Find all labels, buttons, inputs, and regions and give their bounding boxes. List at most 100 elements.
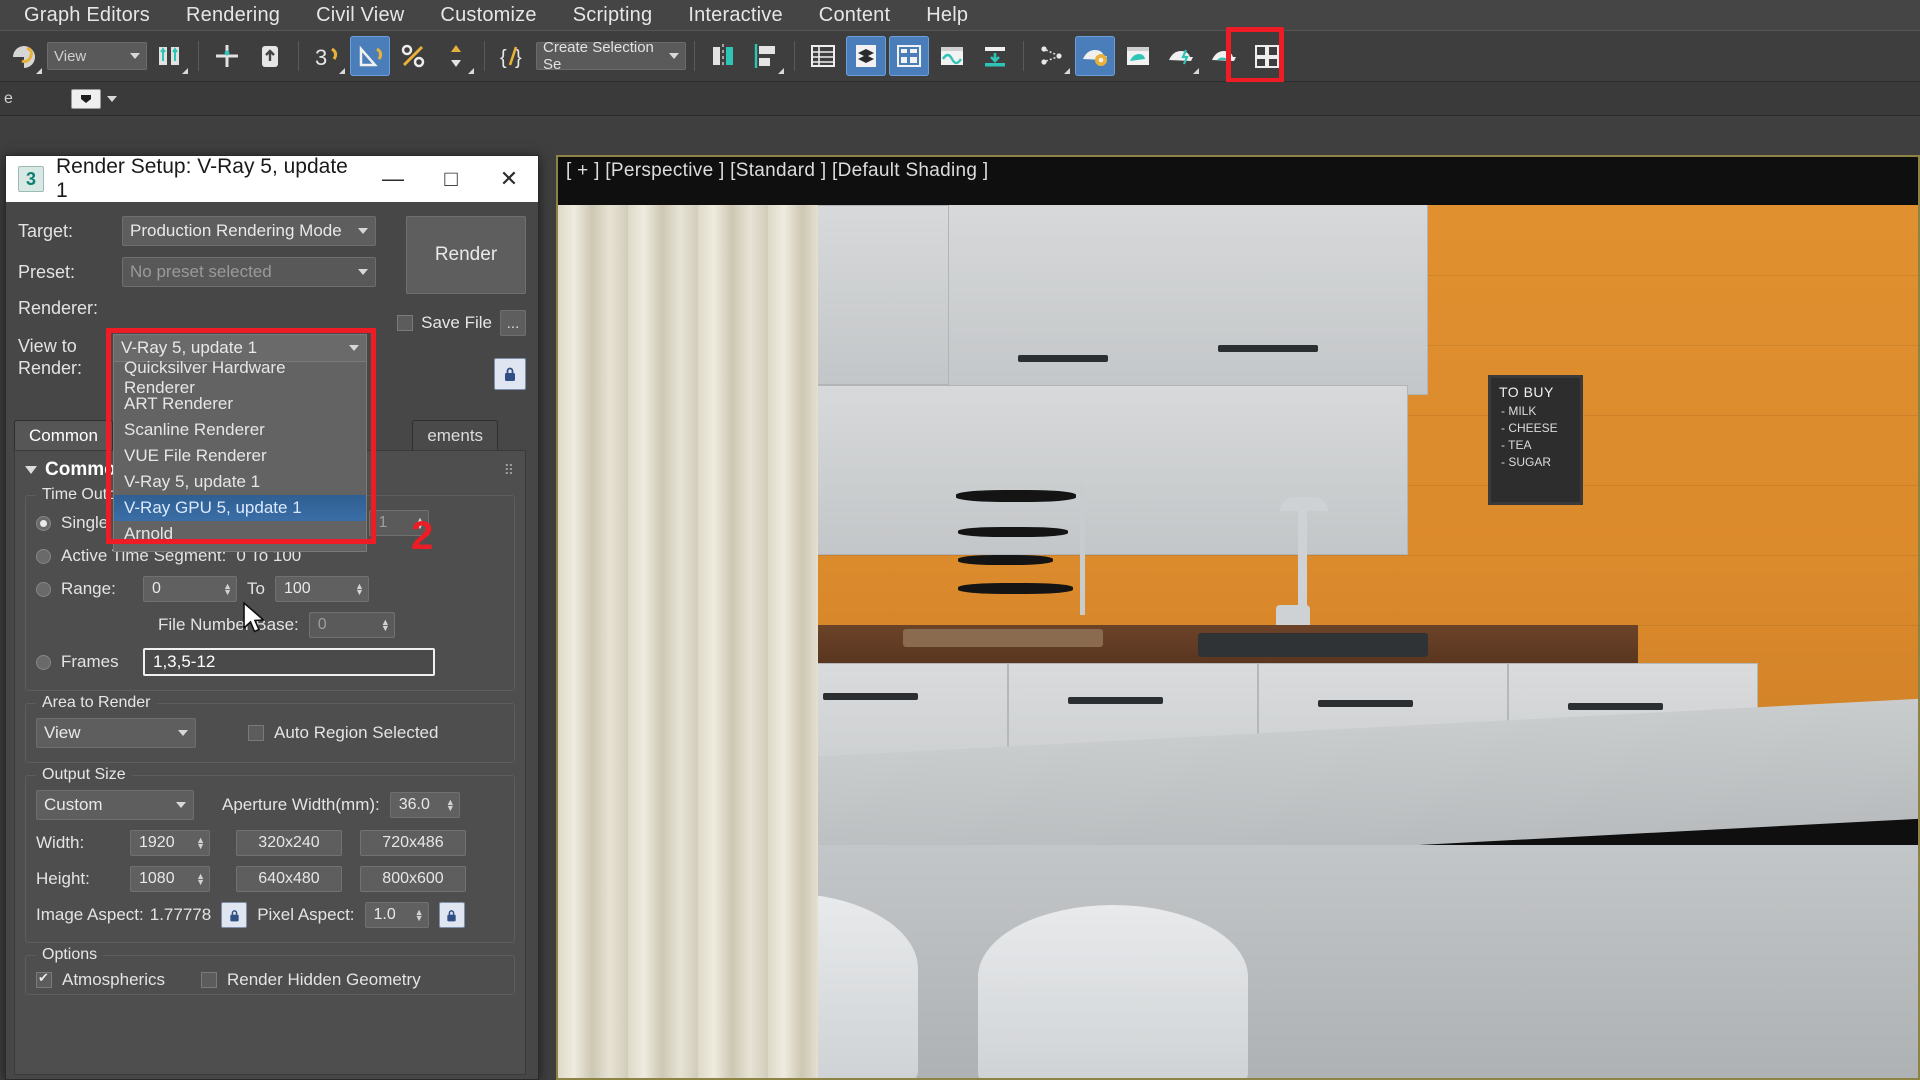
- curve-editor-icon[interactable]: [932, 36, 972, 76]
- target-combo[interactable]: Production Rendering Mode: [122, 216, 376, 246]
- create-selection-set-combo[interactable]: Create Selection Se: [536, 39, 686, 73]
- spinner-arrows-icon[interactable]: ▲ ▼: [381, 618, 390, 633]
- renderer-option-quicksilver[interactable]: Quicksilver Hardware Renderer: [114, 358, 366, 397]
- renderer-dropdown[interactable]: V-Ray 5, update 1 Quicksilver Hardware R…: [113, 334, 367, 552]
- select-object-icon[interactable]: [207, 36, 247, 76]
- named-selection-sets-icon[interactable]: { }: [493, 36, 533, 76]
- image-aspect-lock-icon[interactable]: [221, 902, 248, 928]
- menu-item-help[interactable]: Help: [908, 0, 986, 30]
- active-time-segment-radio[interactable]: [36, 548, 51, 564]
- select-and-rotate-icon[interactable]: 3: [307, 36, 347, 76]
- height-spinner[interactable]: 1080 ▲ ▼: [130, 866, 210, 892]
- menu-item-customize[interactable]: Customize: [422, 0, 554, 30]
- renderer-option-vray-5[interactable]: V-Ray 5, update 1: [114, 469, 366, 495]
- preset-720x486-button[interactable]: 720x486: [360, 830, 466, 856]
- renderer-value: V-Ray 5, update 1: [121, 338, 258, 357]
- spinner-arrows-icon[interactable]: ▲ ▼: [196, 836, 205, 851]
- preset-320x240-button[interactable]: 320x240: [236, 830, 342, 856]
- main-toolbar: View 3 {} Create Selection Se: [0, 30, 1920, 82]
- area-to-render-combo[interactable]: View: [36, 718, 196, 748]
- range-from-value: 0: [152, 580, 161, 597]
- transform-gizmo-icon[interactable]: [436, 36, 476, 76]
- renderer-option-vue-file[interactable]: VUE File Renderer: [114, 443, 366, 469]
- flyout-corner-icon: [1193, 68, 1199, 74]
- reference-coordinate-combo[interactable]: View: [47, 42, 147, 70]
- render-iterative-icon[interactable]: [1204, 36, 1244, 76]
- spinner-arrows-icon[interactable]: ▲ ▼: [446, 798, 455, 813]
- menu-item-graph-editors[interactable]: Graph Editors: [6, 0, 168, 30]
- lock-view-button[interactable]: [494, 358, 526, 390]
- renderer-option-vray-gpu-5[interactable]: V-Ray GPU 5, update 1: [114, 495, 366, 521]
- dropdown-swatch-icon[interactable]: [70, 88, 101, 109]
- spinner-arrows-icon[interactable]: ▲ ▼: [223, 582, 232, 597]
- render-setup-icon[interactable]: [1075, 36, 1115, 76]
- maximize-icon[interactable]: □: [422, 156, 480, 202]
- layer-manager-icon[interactable]: [889, 36, 929, 76]
- material-editor-icon[interactable]: [1032, 36, 1072, 76]
- layer-explorer-icon[interactable]: [803, 36, 843, 76]
- menu-item-civil-view[interactable]: Civil View: [298, 0, 422, 30]
- pixel-aspect-lock-icon[interactable]: [438, 902, 465, 928]
- range-to-spinner[interactable]: 100 ▲ ▼: [274, 576, 369, 602]
- frames-radio[interactable]: [36, 654, 51, 670]
- spinner-arrows-icon[interactable]: ▲ ▼: [355, 582, 364, 597]
- render-button[interactable]: Render: [406, 216, 526, 294]
- svg-text:3: 3: [315, 45, 327, 70]
- minimize-icon[interactable]: —: [364, 156, 422, 202]
- range-label: Range:: [61, 579, 116, 598]
- mirror-icon[interactable]: [703, 36, 743, 76]
- undo-icon[interactable]: [4, 36, 44, 76]
- render-production-icon[interactable]: [1161, 36, 1201, 76]
- close-icon[interactable]: ✕: [480, 156, 538, 202]
- align-icon[interactable]: [746, 36, 786, 76]
- tab-common[interactable]: Common: [14, 420, 113, 450]
- area-to-render-title: Area to Render: [36, 694, 157, 712]
- single-radio[interactable]: [36, 515, 51, 531]
- output-size-preset-combo[interactable]: Custom: [36, 790, 194, 820]
- preset-combo[interactable]: No preset selected: [122, 257, 376, 287]
- note-board-item: - SUGAR: [1501, 455, 1552, 469]
- menu-item-interactive[interactable]: Interactive: [670, 0, 800, 30]
- pixel-aspect-spinner[interactable]: 1.0 ▲ ▼: [364, 902, 429, 928]
- tab-render-elements[interactable]: ements: [412, 420, 499, 450]
- select-and-scale-icon[interactable]: [350, 36, 390, 76]
- spinner-arrows-icon[interactable]: ▲ ▼: [415, 908, 424, 923]
- renderer-option-scanline[interactable]: Scanline Renderer: [114, 417, 366, 443]
- width-spinner[interactable]: 1920 ▲ ▼: [130, 830, 210, 856]
- menu-item-content[interactable]: Content: [801, 0, 908, 30]
- menu-item-rendering[interactable]: Rendering: [168, 0, 298, 30]
- select-and-place-icon[interactable]: [393, 36, 433, 76]
- atmospherics-checkbox[interactable]: [36, 970, 52, 988]
- range-from-spinner[interactable]: 0 ▲ ▼: [143, 576, 237, 602]
- preset-640x480-button[interactable]: 640x480: [236, 866, 342, 892]
- range-to-value: 100: [283, 580, 311, 597]
- dialog-title-bar[interactable]: 3 Render Setup: V-Ray 5, update 1 — □ ✕: [6, 155, 538, 202]
- perspective-viewport[interactable]: TO BUY - MILK - CHEESE - TEA - SUGAR: [556, 155, 1920, 1080]
- render-hidden-geometry-checkbox[interactable]: [200, 972, 217, 988]
- frames-input[interactable]: 1,3,5-12: [143, 648, 435, 676]
- dialog-title: Render Setup: V-Ray 5, update 1: [56, 155, 348, 202]
- menu-item-scripting[interactable]: Scripting: [555, 0, 671, 30]
- viewport-label[interactable]: [ + ] [Perspective ] [Standard ] [Defaul…: [566, 160, 988, 182]
- range-radio[interactable]: [36, 581, 51, 597]
- schematic-view-icon[interactable]: [975, 36, 1015, 76]
- options-title: Options: [36, 946, 104, 964]
- renderer-option-arnold[interactable]: Arnold: [114, 521, 366, 547]
- spinner-arrows-icon[interactable]: ▲ ▼: [196, 872, 205, 887]
- file-number-base-spinner[interactable]: 0 ▲ ▼: [308, 612, 395, 638]
- file-number-base-row: File Number Base: 0 ▲ ▼: [36, 612, 504, 638]
- cabinet-handle: [1568, 703, 1663, 710]
- rendered-frame-window-icon[interactable]: [1118, 36, 1158, 76]
- preset-800x600-button[interactable]: 800x600: [360, 866, 466, 892]
- flyout-corner-icon: [778, 68, 784, 74]
- aperture-width-spinner[interactable]: 36.0 ▲ ▼: [389, 792, 460, 818]
- render-to-texture-icon[interactable]: [1247, 36, 1287, 76]
- select-and-link-icon[interactable]: [150, 36, 190, 76]
- save-file-checkbox[interactable]: [397, 315, 414, 331]
- scene-explorer-icon[interactable]: [846, 36, 886, 76]
- auto-region-checkbox[interactable]: [248, 725, 264, 741]
- save-file-browse-button[interactable]: ...: [500, 310, 526, 336]
- select-and-move-icon[interactable]: [250, 36, 290, 76]
- chevron-down-icon[interactable]: [106, 95, 117, 102]
- preset-label: Preset:: [18, 261, 76, 282]
